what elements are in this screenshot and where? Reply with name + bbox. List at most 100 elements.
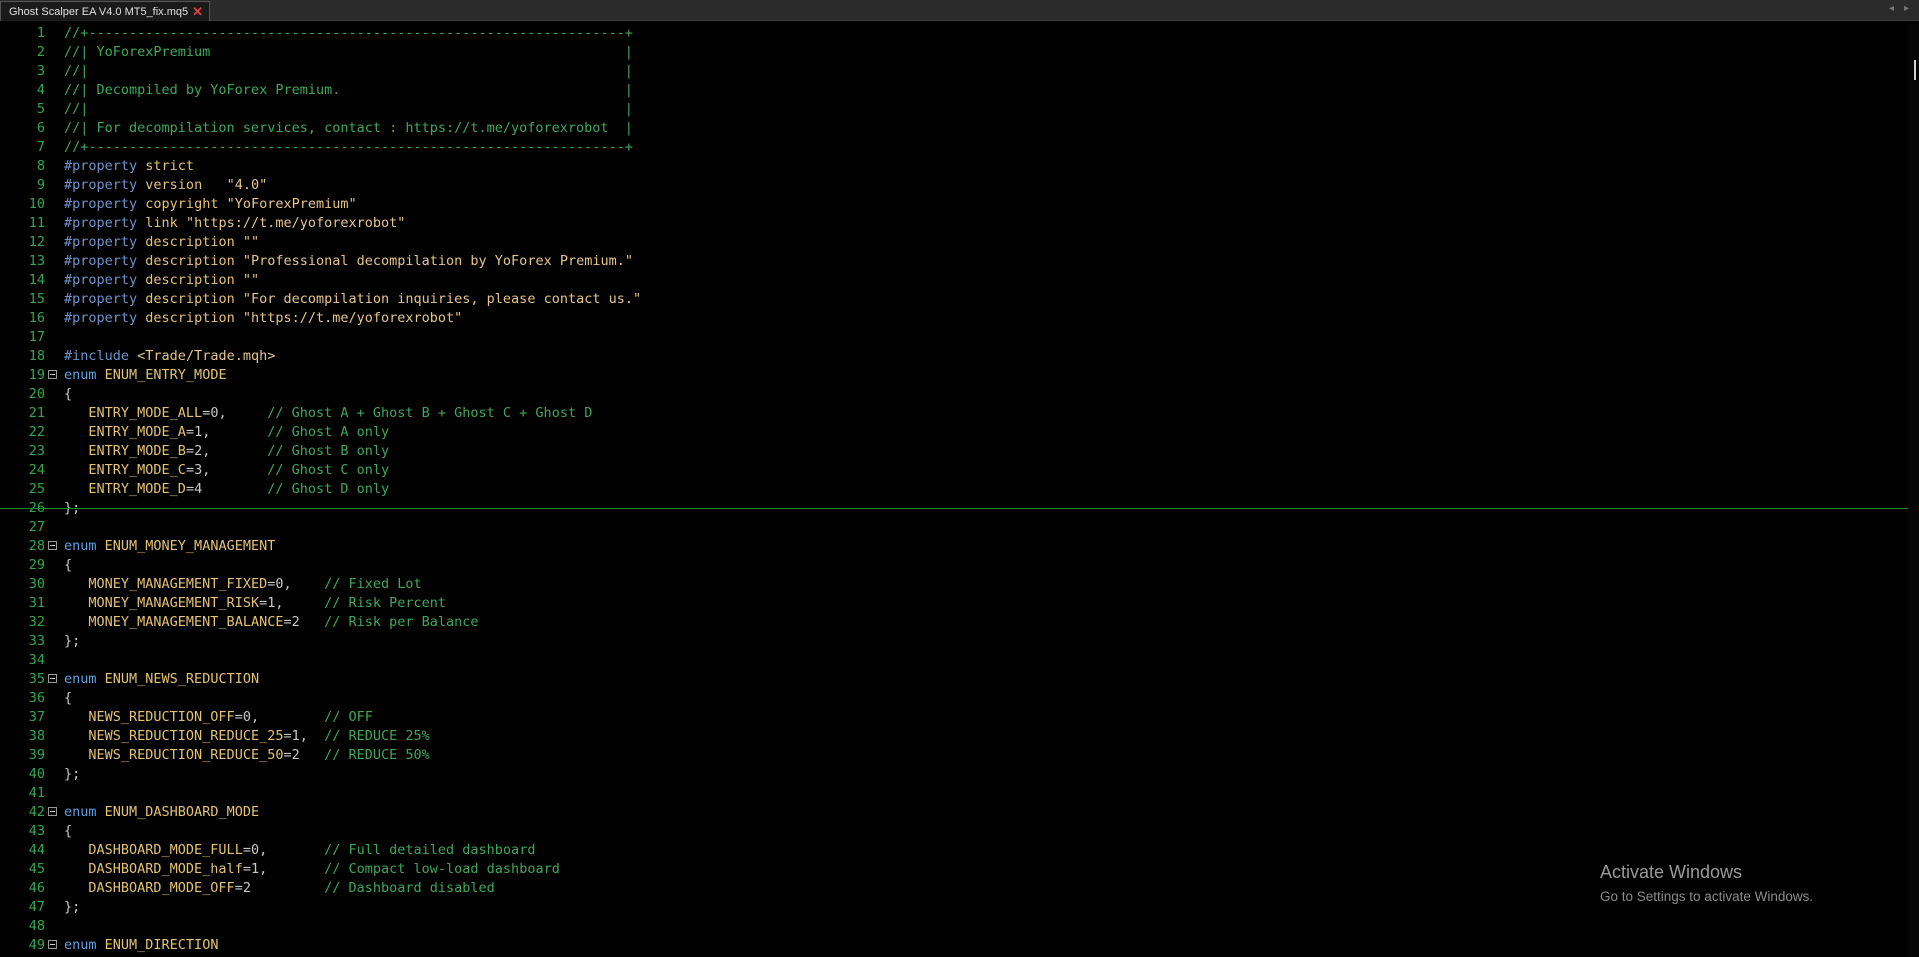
- code-text[interactable]: #property description "Professional deco…: [64, 252, 633, 271]
- code-line[interactable]: 49 enum ENUM_DIRECTION: [0, 936, 1900, 955]
- code-text[interactable]: };: [64, 765, 80, 784]
- code-text[interactable]: //| YoForexPremium |: [64, 43, 633, 62]
- code-text[interactable]: NEWS_REDUCTION_OFF=0, // OFF: [64, 708, 373, 727]
- code-line[interactable]: 8 #property strict: [0, 157, 1900, 176]
- code-line[interactable]: 16 #property description "https://t.me/yo…: [0, 309, 1900, 328]
- code-text[interactable]: MONEY_MANAGEMENT_BALANCE=2 // Risk per B…: [64, 613, 478, 632]
- code-text[interactable]: {: [64, 385, 72, 404]
- code-text[interactable]: //| For decompilation services, contact …: [64, 119, 633, 138]
- code-text[interactable]: NEWS_REDUCTION_REDUCE_50=2 // REDUCE 50%: [64, 746, 429, 765]
- code-line[interactable]: 13 #property description "Professional de…: [0, 252, 1900, 271]
- scroll-right-icon[interactable]: ▸: [1904, 3, 1909, 14]
- fold-collapse-icon[interactable]: [48, 674, 57, 683]
- code-text[interactable]: #property description "": [64, 233, 259, 252]
- code-line[interactable]: 38 NEWS_REDUCTION_REDUCE_25=1, // REDUCE…: [0, 727, 1900, 746]
- code-line[interactable]: 44 DASHBOARD_MODE_FULL=0, // Full detail…: [0, 841, 1900, 860]
- code-line[interactable]: 11 #property link "https://t.me/yoforexro…: [0, 214, 1900, 233]
- fold-collapse-icon[interactable]: [48, 370, 57, 379]
- fold-collapse-icon[interactable]: [48, 541, 57, 550]
- code-line[interactable]: 42 enum ENUM_DASHBOARD_MODE: [0, 803, 1900, 822]
- code-line[interactable]: 48: [0, 917, 1900, 936]
- code-text[interactable]: DASHBOARD_MODE_half=1, // Compact low-lo…: [64, 860, 559, 879]
- code-line[interactable]: 3 //| |: [0, 62, 1900, 81]
- code-text[interactable]: {: [64, 822, 72, 841]
- code-text[interactable]: #property copyright "YoForexPremium": [64, 195, 357, 214]
- code-text[interactable]: {: [64, 689, 72, 708]
- code-line[interactable]: 25 ENTRY_MODE_D=4 // Ghost D only: [0, 480, 1900, 499]
- code-text[interactable]: //| |: [64, 62, 633, 81]
- code-text[interactable]: MONEY_MANAGEMENT_RISK=1, // Risk Percent: [64, 594, 446, 613]
- code-text[interactable]: #include <Trade/Trade.mqh>: [64, 347, 275, 366]
- code-text[interactable]: #property link "https://t.me/yoforexrobo…: [64, 214, 405, 233]
- code-line[interactable]: 7 //+------------------------------------…: [0, 138, 1900, 157]
- code-line[interactable]: 27: [0, 518, 1900, 537]
- code-text[interactable]: ENTRY_MODE_ALL=0, // Ghost A + Ghost B +…: [64, 404, 592, 423]
- code-text[interactable]: ENTRY_MODE_A=1, // Ghost A only: [64, 423, 389, 442]
- code-line[interactable]: 17: [0, 328, 1900, 347]
- code-line[interactable]: 43 {: [0, 822, 1900, 841]
- code-text[interactable]: //+-------------------------------------…: [64, 24, 633, 43]
- code-text[interactable]: };: [64, 898, 80, 917]
- code-line[interactable]: 37 NEWS_REDUCTION_OFF=0, // OFF: [0, 708, 1900, 727]
- code-line[interactable]: 40};: [0, 765, 1900, 784]
- code-line[interactable]: 33};: [0, 632, 1900, 651]
- code-text[interactable]: enum ENUM_MONEY_MANAGEMENT: [64, 537, 275, 556]
- fold-collapse-icon[interactable]: [48, 807, 57, 816]
- code-line[interactable]: 12 #property description "": [0, 233, 1900, 252]
- code-line[interactable]: 9 #property version "4.0": [0, 176, 1900, 195]
- code-text[interactable]: DASHBOARD_MODE_FULL=0, // Full detailed …: [64, 841, 535, 860]
- code-text[interactable]: ENTRY_MODE_C=3, // Ghost C only: [64, 461, 389, 480]
- code-line[interactable]: 31 MONEY_MANAGEMENT_RISK=1, // Risk Perc…: [0, 594, 1900, 613]
- code-text[interactable]: //+-------------------------------------…: [64, 138, 633, 157]
- code-line[interactable]: 35 enum ENUM_NEWS_REDUCTION: [0, 670, 1900, 689]
- code-text[interactable]: #property description "": [64, 271, 259, 290]
- code-line[interactable]: 32 MONEY_MANAGEMENT_BALANCE=2 // Risk pe…: [0, 613, 1900, 632]
- code-line[interactable]: 19 enum ENUM_ENTRY_MODE: [0, 366, 1900, 385]
- code-line[interactable]: 18 #include <Trade/Trade.mqh>: [0, 347, 1900, 366]
- fold-collapse-icon[interactable]: [48, 940, 57, 949]
- code-line[interactable]: 1 //+------------------------------------…: [0, 24, 1900, 43]
- code-line[interactable]: 36 {: [0, 689, 1900, 708]
- code-line[interactable]: 2 //| YoForexPremium |: [0, 43, 1900, 62]
- code-line[interactable]: 21 ENTRY_MODE_ALL=0, // Ghost A + Ghost …: [0, 404, 1900, 423]
- code-line[interactable]: 15 #property description "For decompilati…: [0, 290, 1900, 309]
- code-line[interactable]: 4 //| Decompiled by YoForex Premium. |: [0, 81, 1900, 100]
- code-text[interactable]: #property strict: [64, 157, 194, 176]
- code-text[interactable]: enum ENUM_DIRECTION: [64, 936, 218, 955]
- code-text[interactable]: };: [64, 632, 80, 651]
- code-line[interactable]: 28 enum ENUM_MONEY_MANAGEMENT: [0, 537, 1900, 556]
- code-line[interactable]: 34: [0, 651, 1900, 670]
- code-line[interactable]: 22 ENTRY_MODE_A=1, // Ghost A only: [0, 423, 1900, 442]
- code-editor[interactable]: 1 //+------------------------------------…: [0, 24, 1908, 957]
- code-text[interactable]: NEWS_REDUCTION_REDUCE_25=1, // REDUCE 25…: [64, 727, 429, 746]
- file-tab[interactable]: Ghost Scalper EA V4.0 MT5_fix.mq5 ✕: [0, 1, 211, 21]
- code-text[interactable]: enum ENUM_ENTRY_MODE: [64, 366, 227, 385]
- code-text[interactable]: #property version "4.0": [64, 176, 267, 195]
- code-text[interactable]: #property description "For decompilation…: [64, 290, 641, 309]
- scrollbar-thumb[interactable]: [1914, 60, 1916, 80]
- code-line[interactable]: 14 #property description "": [0, 271, 1900, 290]
- code-line[interactable]: 23 ENTRY_MODE_B=2, // Ghost B only: [0, 442, 1900, 461]
- code-line[interactable]: 24 ENTRY_MODE_C=3, // Ghost C only: [0, 461, 1900, 480]
- code-text[interactable]: //| Decompiled by YoForex Premium. |: [64, 81, 633, 100]
- code-line[interactable]: 30 MONEY_MANAGEMENT_FIXED=0, // Fixed Lo…: [0, 575, 1900, 594]
- code-text[interactable]: #property description "https://t.me/yofo…: [64, 309, 462, 328]
- code-text[interactable]: DASHBOARD_MODE_OFF=2 // Dashboard disabl…: [64, 879, 494, 898]
- code-text[interactable]: {: [64, 556, 72, 575]
- code-text[interactable]: MONEY_MANAGEMENT_FIXED=0, // Fixed Lot: [64, 575, 421, 594]
- code-text[interactable]: //| |: [64, 100, 633, 119]
- code-line[interactable]: 39 NEWS_REDUCTION_REDUCE_50=2 // REDUCE …: [0, 746, 1900, 765]
- code-text[interactable]: enum ENUM_DASHBOARD_MODE: [64, 803, 259, 822]
- code-text[interactable]: enum ENUM_NEWS_REDUCTION: [64, 670, 259, 689]
- code-line[interactable]: 29 {: [0, 556, 1900, 575]
- code-line[interactable]: 41: [0, 784, 1900, 803]
- close-icon[interactable]: ✕: [192, 5, 203, 18]
- file-tab-title[interactable]: Ghost Scalper EA V4.0 MT5_fix.mq5: [9, 6, 188, 18]
- code-line[interactable]: 10 #property copyright "YoForexPremium": [0, 195, 1900, 214]
- code-line[interactable]: 5 //| |: [0, 100, 1900, 119]
- code-text[interactable]: ENTRY_MODE_B=2, // Ghost B only: [64, 442, 389, 461]
- vertical-scrollbar[interactable]: [1908, 24, 1919, 957]
- scroll-left-icon[interactable]: ◂: [1889, 3, 1894, 14]
- code-line[interactable]: 6 //| For decompilation services, contact…: [0, 119, 1900, 138]
- code-text[interactable]: ENTRY_MODE_D=4 // Ghost D only: [64, 480, 389, 499]
